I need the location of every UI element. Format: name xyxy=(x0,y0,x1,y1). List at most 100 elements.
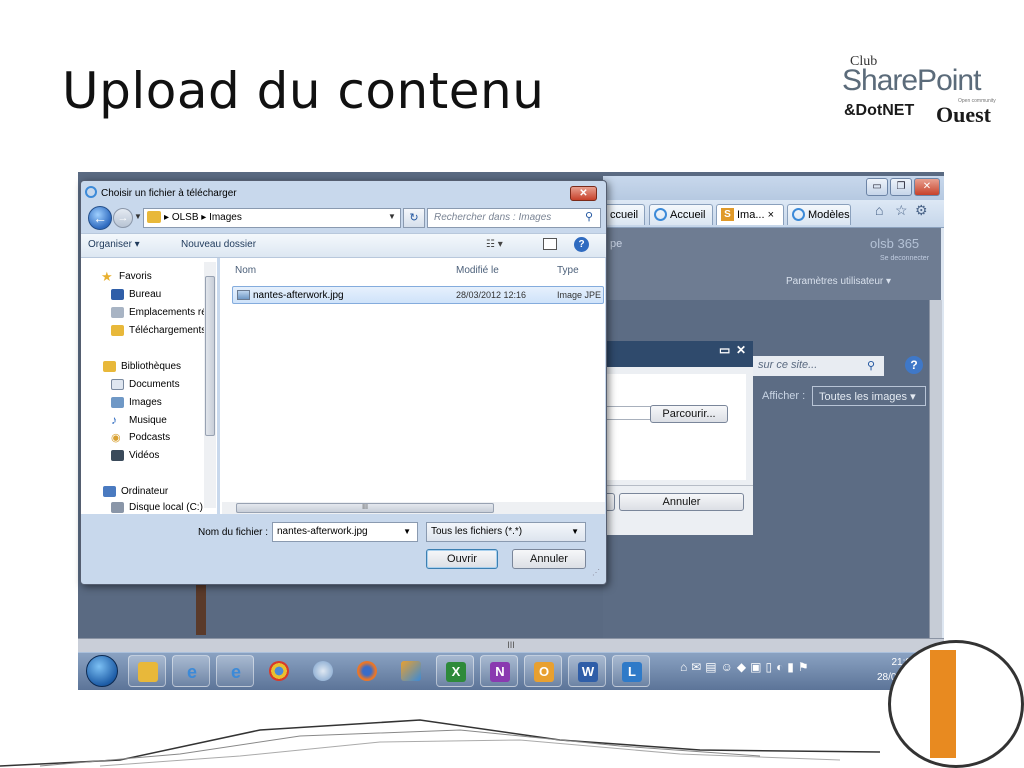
file-dialog-close-button[interactable]: ✕ xyxy=(570,186,597,201)
nav-bureau[interactable]: Bureau xyxy=(111,289,161,300)
taskbar-onenote[interactable]: N xyxy=(480,655,518,687)
filename-input[interactable]: nantes-afterwork.jpg ▼ xyxy=(272,522,418,542)
star-icon: ★ xyxy=(101,269,113,284)
maximize-button[interactable]: ❐ xyxy=(890,178,912,196)
podcast-icon: ◉ xyxy=(111,432,121,444)
nav-label: Téléchargements xyxy=(129,325,205,336)
address-dropdown-icon[interactable]: ▼ xyxy=(388,212,396,221)
filetype-value: Tous les fichiers (*.*) xyxy=(431,526,523,537)
site-name[interactable]: olsb 365 xyxy=(870,236,919,251)
logo-dotnet: &DotNET xyxy=(844,102,915,119)
browser-tabbar: ccueil Accueil S Ima... × Modèles ⌂ ☆ ⚙ xyxy=(603,200,944,228)
star-icon[interactable]: ☆ xyxy=(895,202,908,219)
explorer-icon xyxy=(138,662,158,682)
firefox-icon xyxy=(357,661,377,681)
nav-label: Podcasts xyxy=(129,432,171,443)
taskbar-ie[interactable]: e xyxy=(172,655,210,687)
filetype-select[interactable]: Tous les fichiers (*.*) ▼ xyxy=(426,522,586,542)
taskbar-safari[interactable] xyxy=(304,655,342,687)
nav-documents[interactable]: Documents xyxy=(111,379,180,390)
taskbar-ie-2[interactable]: e xyxy=(216,655,254,687)
search-icon[interactable]: ⚲ xyxy=(858,356,884,376)
refresh-button[interactable]: ↻ xyxy=(403,208,425,228)
tab-modeles[interactable]: Modèles xyxy=(787,204,851,225)
file-search-input[interactable]: Rechercher dans : Images xyxy=(427,208,601,228)
help-icon[interactable]: ? xyxy=(574,237,589,252)
taskbar-lync[interactable]: L xyxy=(612,655,650,687)
chevron-down-icon: ▾ xyxy=(910,391,916,403)
nav-label: Ordinateur xyxy=(121,486,169,497)
start-button[interactable] xyxy=(86,655,118,687)
nav-label: Images xyxy=(129,397,162,408)
system-tray-icons[interactable]: ⌂✉▤☺◆▣▯◐▮⚑ xyxy=(680,660,813,674)
preview-pane-icon[interactable] xyxy=(543,238,557,250)
nav-videos[interactable]: Vidéos xyxy=(111,450,159,461)
taskbar-live[interactable] xyxy=(392,655,430,687)
breadcrumb-olsb[interactable]: OLSB xyxy=(172,212,199,223)
nav-podcasts[interactable]: ◉ Podcasts xyxy=(111,432,171,444)
upload-cancel-button[interactable]: Annuler xyxy=(619,493,744,511)
maximize-icon[interactable]: ▭ xyxy=(719,343,730,357)
nav-favorites[interactable]: ★ Favoris xyxy=(101,269,152,284)
tab-accueil-2[interactable]: Accueil xyxy=(649,204,713,225)
folder-icon xyxy=(147,211,161,223)
safari-icon xyxy=(313,661,333,681)
user-settings-menu[interactable]: Paramètres utilisateur ▾ xyxy=(786,276,891,287)
view-options-icon[interactable]: ☷ ▾ xyxy=(486,239,503,250)
taskbar-excel[interactable]: X xyxy=(436,655,474,687)
close-icon[interactable]: ✕ xyxy=(736,343,746,357)
column-header-type[interactable]: Type xyxy=(557,265,579,276)
browser-horizontal-scrollbar[interactable]: III xyxy=(78,638,944,652)
taskbar-chrome[interactable] xyxy=(260,655,298,687)
file-dialog-toolbar xyxy=(81,233,606,258)
afficher-label: Afficher : xyxy=(762,390,806,402)
tab-images[interactable]: S Ima... × xyxy=(716,204,784,225)
column-header-modified[interactable]: Modifié le xyxy=(456,265,499,276)
nav-images[interactable]: Images xyxy=(111,397,162,408)
club-sharepoint-logo: Club SharePoint Open community &DotNET O… xyxy=(830,50,1010,140)
resize-grip-icon[interactable]: ⋰ xyxy=(592,568,600,577)
forward-button[interactable]: → xyxy=(113,208,133,228)
nav-scroll-thumb[interactable] xyxy=(205,276,215,436)
address-bar[interactable]: ▸ OLSB ▸ Images xyxy=(143,208,401,228)
minimize-button[interactable]: ▭ xyxy=(866,178,888,196)
column-header-name[interactable]: Nom xyxy=(235,265,256,276)
open-button[interactable]: Ouvrir xyxy=(426,549,498,569)
signout-link[interactable]: Se deconnecter xyxy=(880,255,929,262)
breadcrumb-images[interactable]: Images xyxy=(209,212,242,223)
nav-libraries[interactable]: Bibliothèques xyxy=(103,361,181,372)
tab-close-icon[interactable]: × xyxy=(768,209,774,221)
site-search-input[interactable]: sur ce site... xyxy=(752,356,858,376)
nav-label: Bibliothèques xyxy=(121,361,182,372)
nav-label: Musique xyxy=(129,415,167,426)
ie-icon: e xyxy=(186,662,197,682)
organize-menu[interactable]: Organiser ▾ xyxy=(88,239,140,250)
history-dropdown-icon[interactable]: ▼ xyxy=(134,212,142,221)
file-list-scroll-thumb[interactable]: III xyxy=(236,503,494,513)
new-folder-button[interactable]: Nouveau dossier xyxy=(181,239,256,250)
nav-music[interactable]: ♪ Musique xyxy=(111,413,167,427)
nav-downloads[interactable]: Téléchargements xyxy=(111,325,205,336)
tab-accueil-1[interactable]: ccueil xyxy=(603,204,645,225)
file-name[interactable]: nantes-afterwork.jpg xyxy=(253,290,344,301)
file-path-input[interactable] xyxy=(603,406,651,420)
nav-computer[interactable]: Ordinateur xyxy=(103,486,168,497)
close-button[interactable]: ✕ xyxy=(914,178,940,196)
chevron-down-icon[interactable]: ▼ xyxy=(403,523,411,541)
home-icon[interactable]: ⌂ xyxy=(875,202,883,218)
upload-dialog-titlebar xyxy=(603,341,753,367)
browser-vertical-scrollbar[interactable] xyxy=(929,300,942,638)
cancel-button[interactable]: Annuler xyxy=(512,549,586,569)
browse-button[interactable]: Parcourir... xyxy=(650,405,728,423)
help-button[interactable]: ? xyxy=(905,356,923,374)
view-selector[interactable]: Toutes les images ▾ xyxy=(812,386,926,406)
taskbar-explorer[interactable] xyxy=(128,655,166,687)
gear-icon[interactable]: ⚙ xyxy=(915,202,928,219)
taskbar-firefox[interactable] xyxy=(348,655,386,687)
taskbar-word[interactable]: W xyxy=(568,655,606,687)
nav-local-disk[interactable]: Disque local (C:) xyxy=(111,502,205,513)
nav-recent[interactable]: Emplacements ré xyxy=(111,307,205,318)
back-button[interactable]: ← xyxy=(88,206,112,230)
search-icon[interactable]: ⚲ xyxy=(585,210,593,223)
taskbar-outlook[interactable]: O xyxy=(524,655,562,687)
